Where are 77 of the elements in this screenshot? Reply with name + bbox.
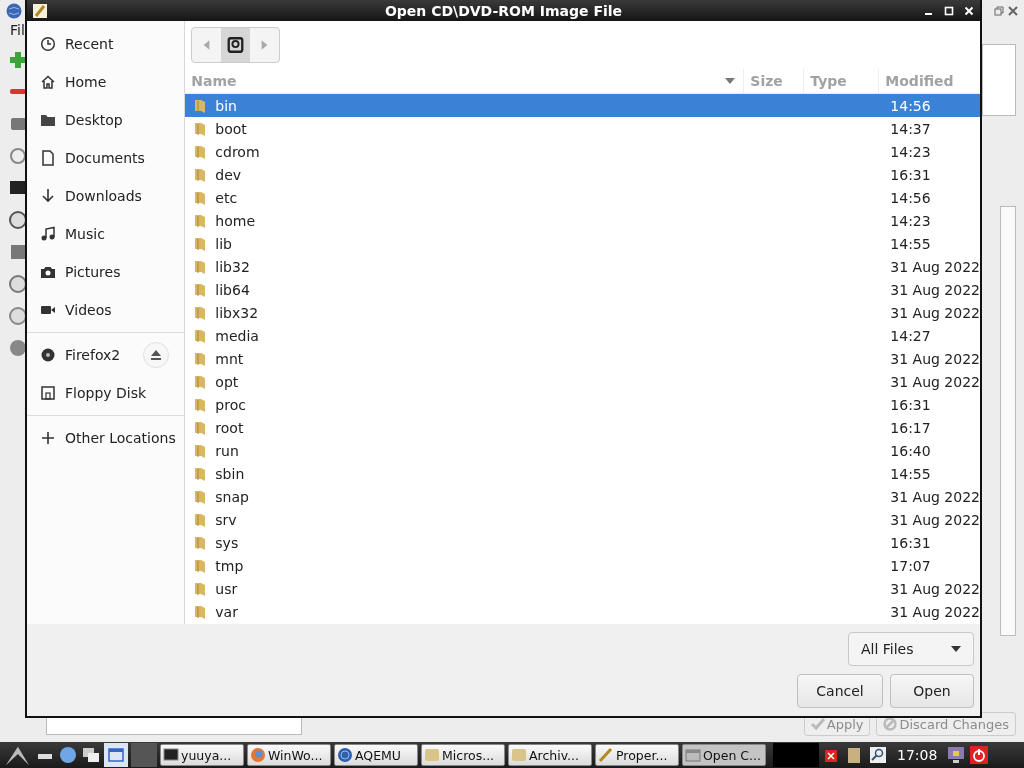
download-icon [40, 188, 56, 204]
sidebar-item[interactable]: Firefox2 [27, 336, 185, 374]
file-row[interactable]: libx32 31 Aug 2022 [185, 301, 980, 324]
caret-icon [951, 646, 961, 652]
sidebar-item[interactable]: Recent [27, 25, 185, 63]
sidebar-item[interactable]: Videos [27, 291, 185, 329]
file-row[interactable]: sbin 14:55 [185, 462, 980, 485]
home-icon [40, 74, 56, 90]
sidebar-item[interactable]: Desktop [27, 101, 185, 139]
sidebar-item[interactable]: Floppy Disk [27, 374, 185, 412]
lock-screen-icon[interactable] [946, 745, 967, 765]
pencil-icon [598, 747, 614, 763]
floppy-icon [40, 385, 56, 401]
browser-icon [250, 747, 266, 763]
taskbar-button[interactable]: yuuya... [160, 744, 244, 766]
eject-icon[interactable] [143, 342, 170, 368]
taskbar-button[interactable]: Archiv... [508, 744, 592, 766]
file-row[interactable]: lib 14:55 [185, 232, 980, 255]
file-row[interactable]: usr 31 Aug 2022 [185, 577, 980, 600]
taskbar-button[interactable]: Proper... [595, 744, 679, 766]
add-icon [40, 430, 56, 446]
check-icon [810, 717, 825, 731]
cpu-graph [773, 743, 819, 767]
window-title: Open CD\DVD-ROM Image File [383, 2, 624, 19]
recent-icon [40, 36, 56, 52]
window-icon [685, 747, 701, 763]
maximize-icon[interactable] [944, 5, 954, 16]
file-row[interactable]: boot 14:37 [185, 117, 980, 140]
file-row[interactable]: run 16:40 [185, 439, 980, 462]
file-row[interactable]: root 16:17 [185, 416, 980, 439]
file-row[interactable]: bin 14:56 [185, 94, 980, 117]
file-row[interactable]: snap 31 Aug 2022 [185, 485, 980, 508]
taskbar-button[interactable]: Micros... [421, 744, 505, 766]
file-row[interactable]: tmp 17:07 [185, 554, 980, 577]
file-row[interactable]: proc 16:31 [185, 393, 980, 416]
no-entry-icon [883, 717, 898, 731]
sidebar-item[interactable]: Documents [27, 139, 185, 177]
sidebar-item[interactable]: Pictures [27, 253, 185, 291]
file-row[interactable]: media 14:27 [185, 324, 980, 347]
restore-icon[interactable] [994, 6, 1004, 16]
clock[interactable]: 17:08 [897, 747, 938, 763]
file-row[interactable]: sys 16:31 [185, 531, 980, 554]
file-row[interactable]: etc 14:56 [185, 186, 980, 209]
taskbar-button[interactable]: Open C... [682, 744, 766, 766]
emulator-icon [337, 747, 353, 763]
sort-arrow-icon [725, 78, 736, 84]
file-row[interactable]: home 14:23 [185, 209, 980, 232]
music-icon [40, 226, 56, 242]
file-row[interactable]: lib64 31 Aug 2022 [185, 278, 980, 301]
pencil-icon [33, 3, 47, 18]
file-row[interactable]: opt 31 Aug 2022 [185, 370, 980, 393]
plus-icon[interactable] [8, 50, 28, 70]
disc-icon [40, 347, 56, 363]
sidebar-item[interactable]: Other Locations [27, 419, 185, 457]
file-type-dropdown[interactable]: All Files [848, 632, 974, 666]
open-button[interactable]: Open [890, 674, 974, 708]
file-row[interactable]: srv 31 Aug 2022 [185, 508, 980, 531]
search-icon[interactable] [868, 745, 888, 765]
file-row[interactable]: dev 16:31 [185, 163, 980, 186]
sidebar-item[interactable]: Home [27, 63, 185, 101]
file-row[interactable]: cdrom 14:23 [185, 140, 980, 163]
file-row[interactable]: var 31 Aug 2022 [185, 600, 980, 623]
taskbar-button[interactable]: AQEMU [334, 744, 418, 766]
preview-panel [982, 44, 1016, 116]
scrollbar[interactable] [1000, 206, 1016, 636]
window-icon[interactable] [104, 743, 128, 767]
camera-icon [40, 264, 56, 280]
file-row[interactable]: mnt 31 Aug 2022 [185, 347, 980, 370]
taskbar-button[interactable]: WinWo... [247, 744, 331, 766]
document-icon [40, 150, 56, 166]
file-row[interactable]: lib32 31 Aug 2022 [185, 255, 980, 278]
cancel-button[interactable]: Cancel [797, 674, 883, 708]
power-icon[interactable] [969, 745, 990, 765]
menu-item[interactable]: Fil [10, 22, 25, 38]
sidebar-item[interactable]: Downloads [27, 177, 185, 215]
sidebar-item[interactable]: Music [27, 215, 185, 253]
windows-icon[interactable] [81, 745, 101, 765]
